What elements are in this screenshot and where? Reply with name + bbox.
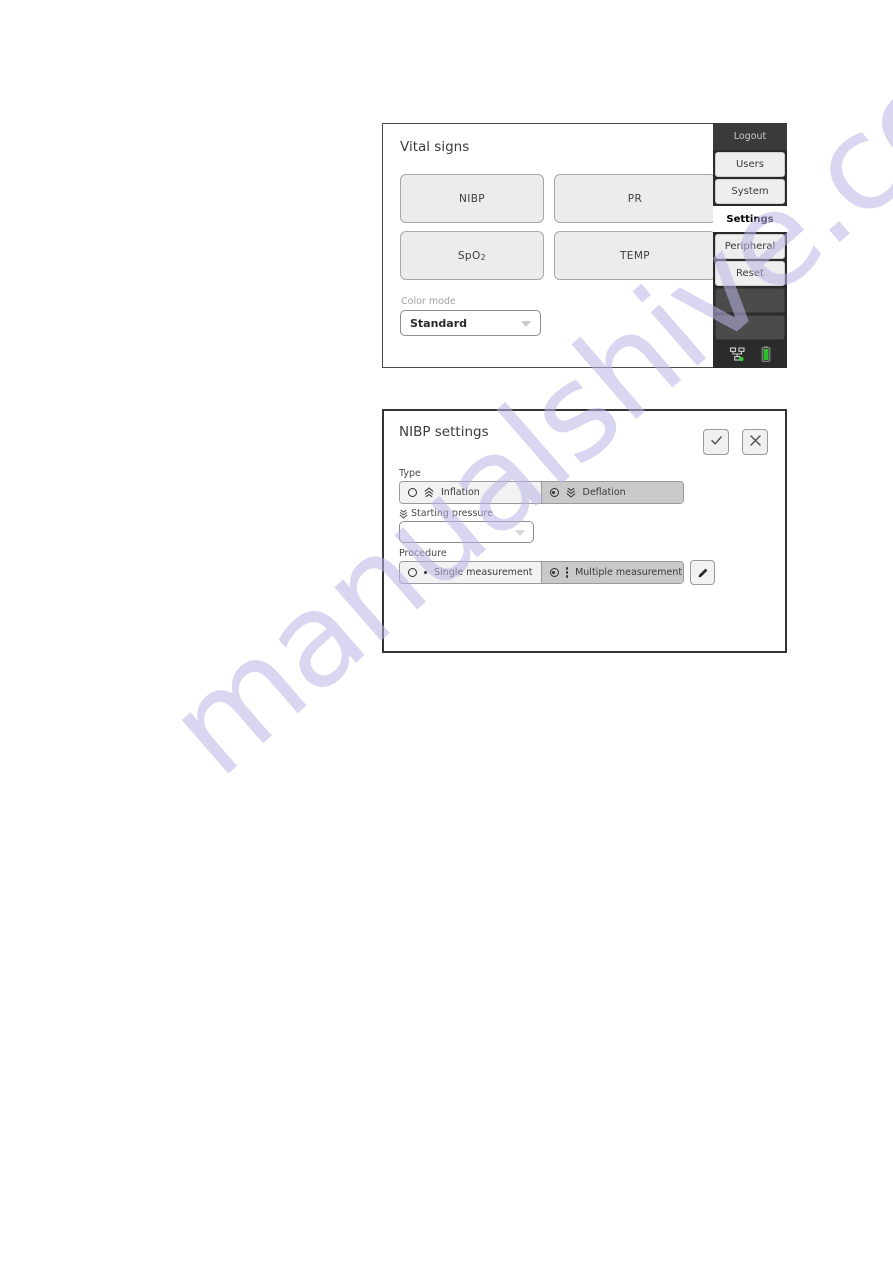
sidebar-item-settings[interactable]: Settings: [713, 206, 787, 232]
check-icon: [709, 433, 724, 452]
vital-button-spo2[interactable]: SpO 2: [400, 231, 544, 280]
status-bar: [713, 340, 787, 368]
procedure-option-label: Single measurement: [434, 567, 533, 578]
type-segmented-control: Inflation Deflation: [399, 481, 684, 504]
radio-multiple-measurement[interactable]: [549, 568, 559, 577]
radio-single-measurement[interactable]: [408, 568, 417, 577]
sidebar-item-label: Settings: [726, 213, 774, 225]
vital-button-label: PR: [627, 192, 643, 205]
sidebar-item-label: Logout: [733, 131, 767, 142]
procedure-segmented-control: Single measurement Multiple measurement: [399, 561, 684, 584]
pencil-icon: [696, 566, 710, 580]
sidebar-item-empty-1[interactable]: [715, 288, 785, 313]
radio-inflation[interactable]: [408, 488, 417, 497]
edit-procedure-button[interactable]: [690, 560, 715, 585]
sidebar-item-users[interactable]: Users: [715, 152, 785, 177]
color-mode-value: Standard: [410, 316, 468, 330]
chevron-down-double-icon: [399, 509, 408, 519]
close-button[interactable]: [742, 429, 768, 455]
color-mode-select[interactable]: Standard: [400, 310, 541, 336]
starting-pressure-select[interactable]: [399, 521, 534, 543]
procedure-label-text: Procedure: [399, 548, 447, 559]
network-lan-icon: [729, 346, 746, 362]
battery-full-icon: [761, 346, 771, 362]
single-dot-icon: [424, 571, 427, 574]
color-mode-label: Color mode: [401, 296, 456, 307]
chevron-up-double-icon: [424, 487, 434, 498]
vital-button-label: TEMP: [619, 249, 651, 262]
procedure-option-single[interactable]: Single measurement: [400, 562, 542, 583]
sidebar-item-logout[interactable]: Logout: [713, 123, 787, 150]
sidebar-item-system[interactable]: System: [715, 179, 785, 204]
confirm-button[interactable]: [703, 429, 729, 455]
sidebar-item-label: Peripheral: [724, 241, 776, 252]
device-sidebar: Logout Users System Settings Peripheral …: [713, 123, 787, 368]
type-label: Type: [399, 468, 421, 479]
vital-button-pr[interactable]: PR: [554, 174, 716, 223]
watermark-text: manualshive.com: [140, 0, 893, 805]
vital-button-nibp[interactable]: NIBP: [400, 174, 544, 223]
chevron-down-icon: [521, 321, 531, 327]
vital-button-label: NIBP: [458, 192, 486, 205]
sidebar-item-label: Users: [735, 159, 764, 170]
procedure-label: Procedure: [399, 548, 447, 559]
vital-button-label: SpO: [457, 249, 481, 262]
starting-pressure-label-text: Starting pressure: [411, 508, 493, 519]
vital-button-temp[interactable]: TEMP: [554, 231, 716, 280]
chevron-down-double-icon: [566, 487, 576, 498]
nibp-settings-panel: NIBP settings Type Inflation Deflation S…: [382, 409, 787, 653]
page-title: Vital signs: [400, 139, 470, 155]
three-dots-vertical-icon: [565, 567, 569, 578]
type-option-label: Deflation: [582, 487, 626, 498]
radio-deflation[interactable]: [549, 488, 559, 497]
sidebar-item-label: Reset: [736, 268, 764, 279]
starting-pressure-label: Starting pressure: [399, 508, 493, 519]
chevron-down-icon: [515, 530, 525, 536]
sidebar-item-peripheral[interactable]: Peripheral: [715, 234, 785, 259]
procedure-option-label: Multiple measurement: [575, 567, 683, 578]
close-x-icon: [748, 433, 763, 452]
sidebar-item-label: System: [731, 186, 769, 197]
procedure-option-multiple[interactable]: Multiple measurement: [541, 562, 683, 583]
sidebar-item-empty-2[interactable]: [715, 315, 785, 340]
type-option-label: Inflation: [441, 487, 480, 498]
nibp-page-title: NIBP settings: [399, 424, 489, 440]
type-option-inflation[interactable]: Inflation: [400, 482, 542, 503]
type-label-text: Type: [399, 468, 421, 479]
type-option-deflation[interactable]: Deflation: [541, 482, 683, 503]
sidebar-item-reset[interactable]: Reset: [715, 261, 785, 286]
vital-button-label-sub: 2: [480, 253, 487, 262]
